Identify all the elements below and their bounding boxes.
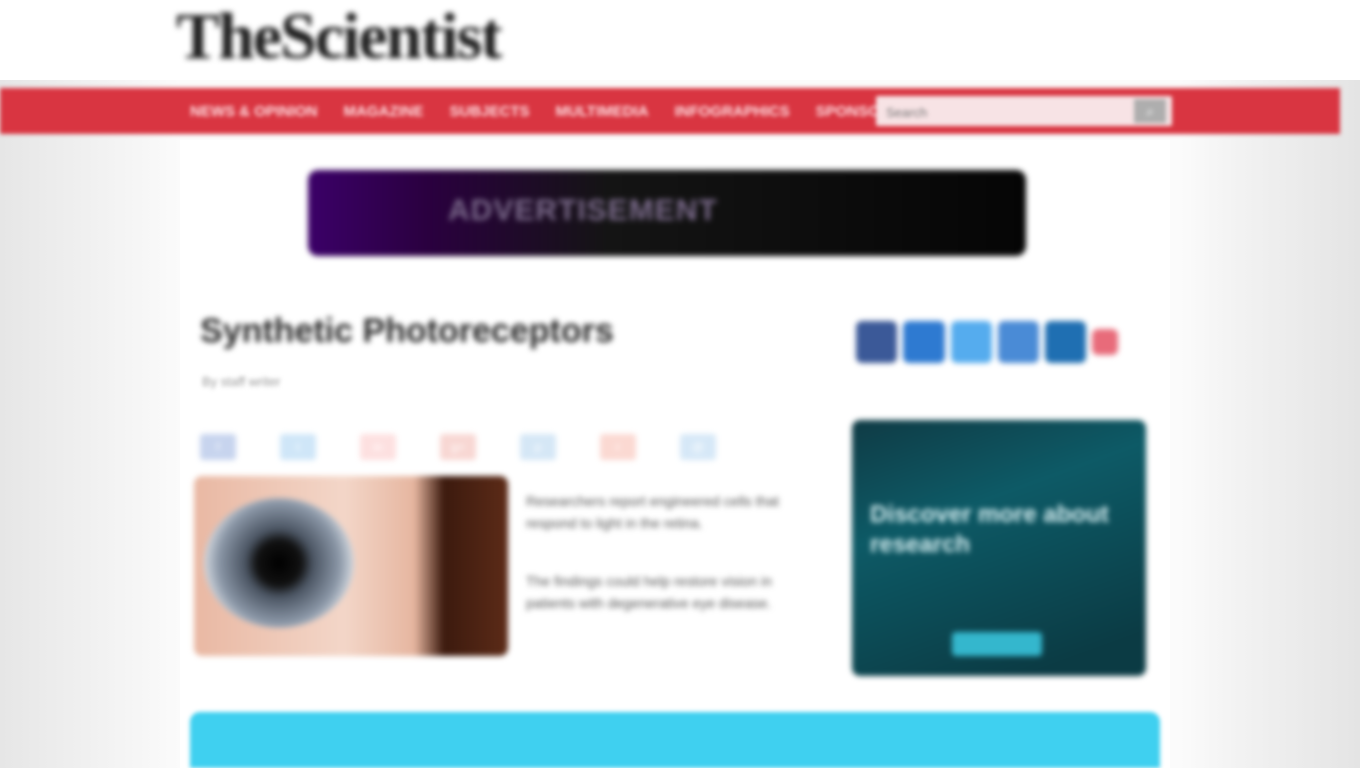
search-input[interactable]	[876, 96, 1128, 128]
reddit-share-icon[interactable]: r	[600, 434, 636, 460]
nav-item-subjects[interactable]: SUBJECTS	[450, 103, 530, 120]
site-logo[interactable]: TheScientist	[176, 2, 502, 72]
site-header: TheScientist	[0, 0, 1360, 80]
nav-item-magazine[interactable]: MAGAZINE	[344, 103, 424, 120]
email-share-icon[interactable]: @	[680, 434, 716, 460]
nav-item-infographics[interactable]: INFOGRAPHICS	[675, 103, 790, 120]
nav-items: NEWS & OPINION MAGAZINE SUBJECTS MULTIME…	[0, 88, 988, 134]
banner-ad-text: ADVERTISEMENT	[448, 194, 718, 227]
pinterest-follow-icon[interactable]	[1092, 329, 1118, 355]
excerpt-paragraph: The findings could help restore vision i…	[526, 573, 772, 611]
nav-item-news[interactable]: NEWS & OPINION	[190, 103, 318, 120]
banner-advertisement[interactable]: ADVERTISEMENT	[308, 170, 1026, 256]
eye-icon	[204, 498, 354, 628]
google-follow-icon[interactable]	[997, 321, 1040, 363]
facebook-follow-icon[interactable]	[856, 321, 898, 363]
share-buttons: f t in g+ p r @	[200, 432, 830, 462]
article-byline: By staff writer	[202, 374, 281, 389]
bottom-banner[interactable]	[190, 712, 1160, 768]
facebook-share-icon[interactable]: f	[200, 434, 236, 460]
social-follow-widget	[856, 312, 1118, 372]
article-excerpt: Researchers report engineered cells that…	[526, 490, 816, 650]
article-title: Synthetic Photoreceptors	[200, 312, 614, 350]
search-box: ⌕	[876, 96, 1172, 128]
sidebar-ad-text: Discover more about research	[870, 501, 1109, 558]
twitter-follow-icon[interactable]	[950, 321, 992, 363]
sidebar-advertisement[interactable]: Discover more about research	[852, 420, 1146, 676]
excerpt-paragraph: Researchers report engineered cells that…	[526, 493, 779, 531]
magnifier-icon[interactable]: ⌕	[1134, 99, 1166, 123]
rss-follow-icon[interactable]	[1045, 321, 1087, 363]
main-navigation: NEWS & OPINION MAGAZINE SUBJECTS MULTIME…	[0, 88, 1340, 134]
linkedin-share-icon[interactable]: in	[360, 434, 396, 460]
nav-item-multimedia[interactable]: MULTIMEDIA	[556, 103, 649, 120]
linkedin-follow-icon[interactable]	[903, 321, 945, 363]
google-share-icon[interactable]: g+	[440, 434, 476, 460]
sidebar-ad-button[interactable]	[952, 632, 1042, 656]
twitter-share-icon[interactable]: t	[280, 434, 316, 460]
main-content: ADVERTISEMENT Synthetic Photoreceptors B…	[180, 140, 1170, 768]
article-hero-image[interactable]	[194, 476, 508, 656]
pinterest-share-icon[interactable]: p	[520, 434, 556, 460]
